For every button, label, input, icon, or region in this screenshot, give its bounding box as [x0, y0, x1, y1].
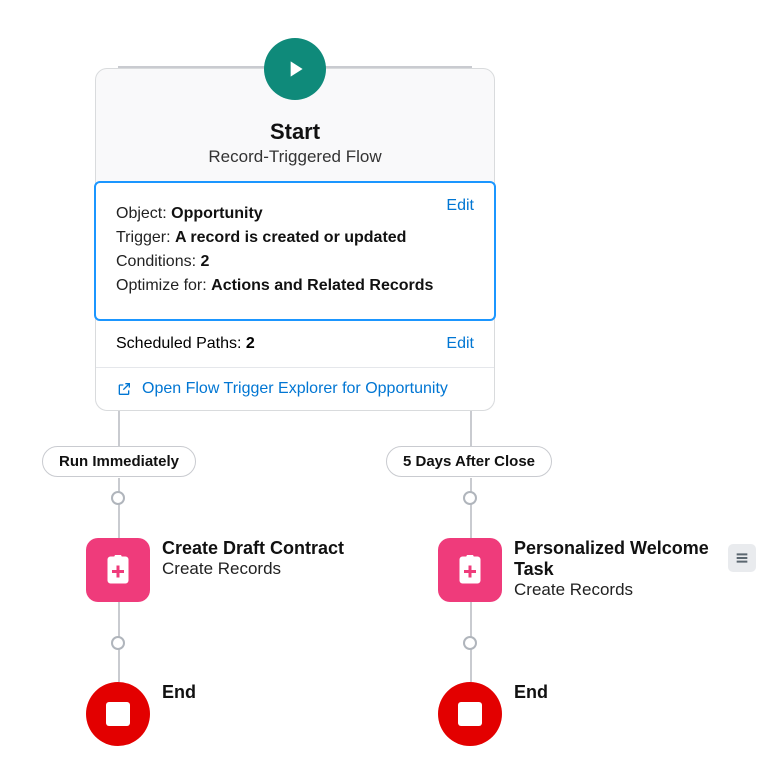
detail-object-value: Opportunity — [171, 205, 263, 222]
detail-conditions: Conditions: 2 — [116, 253, 474, 271]
detail-optimize-label: Optimize for: — [116, 277, 207, 294]
minimap-toggle-button[interactable] — [728, 544, 756, 572]
end-icon — [438, 682, 502, 746]
element-subtitle: Create Records — [514, 580, 738, 600]
scheduled-paths-row[interactable]: Edit Scheduled Paths: 2 — [96, 321, 494, 367]
open-external-icon — [116, 381, 132, 397]
detail-object: Object: Opportunity — [116, 205, 474, 223]
connector-right-1 — [470, 478, 472, 538]
trigger-explorer-link[interactable]: Open Flow Trigger Explorer for Opportuni… — [142, 380, 448, 398]
create-records-icon — [86, 538, 150, 602]
add-element-left-1[interactable] — [111, 491, 125, 505]
element-title: Personalized Welcome Task — [514, 538, 738, 580]
detail-object-label: Object: — [116, 205, 167, 222]
detail-trigger: Trigger: A record is created or updated — [116, 229, 474, 247]
detail-conditions-value: 2 — [201, 253, 210, 270]
scheduled-paths-value: 2 — [246, 335, 255, 352]
end-text: End — [162, 682, 196, 703]
scheduled-paths-label: Scheduled Paths: — [116, 335, 241, 352]
end-label: End — [514, 682, 548, 703]
connector-left-1 — [118, 478, 120, 538]
element-title: Create Draft Contract — [162, 538, 344, 559]
element-create-draft-contract[interactable]: Create Draft Contract Create Records — [86, 538, 344, 602]
detail-optimize-value: Actions and Related Records — [211, 277, 433, 294]
add-element-left-2[interactable] — [111, 636, 125, 650]
flow-canvas: Start Record-Triggered Flow Edit Object:… — [0, 0, 778, 784]
element-subtitle: Create Records — [162, 559, 344, 579]
start-play-icon[interactable] — [264, 38, 326, 100]
start-title: Start — [116, 119, 474, 145]
path-pill-immediate[interactable]: Run Immediately — [42, 446, 196, 477]
start-details-panel[interactable]: Edit Object: Opportunity Trigger: A reco… — [94, 181, 496, 321]
end-node-right[interactable]: End — [438, 682, 548, 746]
edit-start-details-link[interactable]: Edit — [446, 197, 474, 215]
trigger-explorer-row[interactable]: Open Flow Trigger Explorer for Opportuni… — [96, 367, 494, 410]
detail-trigger-label: Trigger: — [116, 229, 171, 246]
edit-scheduled-paths-link[interactable]: Edit — [446, 335, 474, 353]
end-node-left[interactable]: End — [86, 682, 196, 746]
add-element-right-2[interactable] — [463, 636, 477, 650]
path-pill-after-close[interactable]: 5 Days After Close — [386, 446, 552, 477]
start-node-card: Start Record-Triggered Flow Edit Object:… — [95, 68, 495, 411]
element-personalized-welcome-task[interactable]: Personalized Welcome Task Create Records — [438, 538, 738, 602]
detail-optimize: Optimize for: Actions and Related Record… — [116, 277, 474, 295]
create-records-icon — [438, 538, 502, 602]
element-text: Create Draft Contract Create Records — [162, 538, 344, 579]
element-text: Personalized Welcome Task Create Records — [514, 538, 738, 600]
start-subtitle: Record-Triggered Flow — [116, 147, 474, 167]
end-icon — [86, 682, 150, 746]
add-element-right-1[interactable] — [463, 491, 477, 505]
detail-trigger-value: A record is created or updated — [175, 229, 406, 246]
detail-conditions-label: Conditions: — [116, 253, 196, 270]
end-text: End — [514, 682, 548, 703]
end-label: End — [162, 682, 196, 703]
